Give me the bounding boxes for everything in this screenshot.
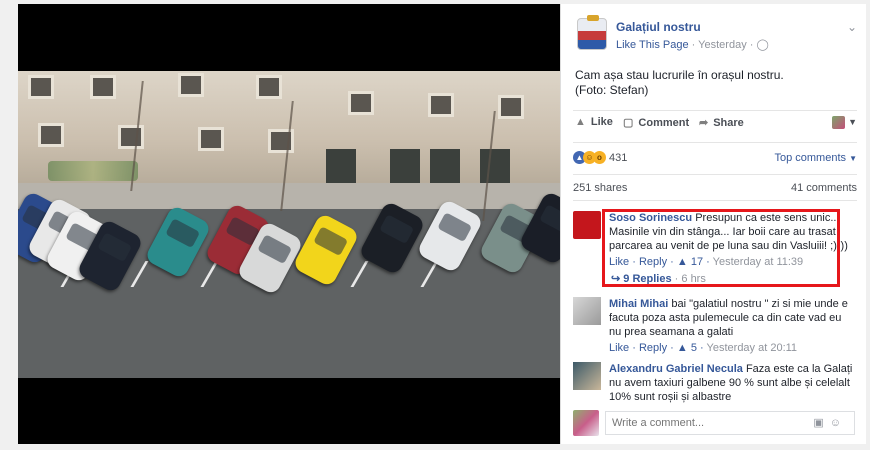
caret-down-icon[interactable]: ▼ — [848, 117, 857, 127]
share-button[interactable]: ➦ Share — [699, 116, 744, 130]
photo-viewer — [18, 4, 560, 444]
divider — [573, 110, 857, 111]
avatar[interactable] — [573, 362, 601, 390]
comment-sort-dropdown[interactable]: Top comments ▼ — [774, 152, 857, 164]
avatar[interactable] — [573, 410, 599, 436]
comment-composer: ▣☺ — [573, 408, 855, 436]
smiley-icon[interactable]: ☺ — [830, 417, 847, 429]
comment-body: Alexandru Gabriel Necula Faza este ca la… — [609, 362, 854, 404]
comment-button[interactable]: ▢ Comment — [623, 116, 689, 130]
divider — [573, 200, 857, 201]
globe-icon: ◯ — [756, 39, 769, 51]
avatar[interactable] — [573, 297, 601, 325]
like-page-link[interactable]: Like This Page — [616, 39, 689, 51]
actor-avatar[interactable] — [832, 116, 845, 129]
reactions-bar: ▲ ☺ o 431 Top comments ▼ — [573, 151, 857, 167]
shares-count[interactable]: 251 shares — [573, 182, 627, 194]
comment-like-link[interactable]: Like — [609, 342, 629, 354]
post-actions: ▲ Like ▢ Comment ➦ Share ▼ — [573, 116, 857, 134]
thumbs-up-icon: ▲ — [575, 116, 586, 128]
page-name-link[interactable]: Galațiul nostru — [616, 20, 701, 34]
comment-author[interactable]: Mihai Mihai — [609, 298, 668, 310]
like-button[interactable]: ▲ Like — [575, 116, 613, 128]
post-panel: Galațiul nostru Like This Page · Yesterd… — [560, 4, 866, 444]
post-text-line: Cam așa stau lucrurile în orașul nostru. — [575, 68, 784, 82]
page-avatar[interactable] — [577, 15, 607, 50]
post-header: Galațiul nostru Like This Page · Yesterd… — [577, 15, 857, 56]
post-photo[interactable] — [18, 71, 560, 378]
comment-author[interactable]: Alexandru Gabriel Necula — [609, 363, 743, 375]
comment-like-count[interactable]: 5 — [691, 342, 697, 354]
post-meta: Like This Page · Yesterday · ◯ — [616, 39, 769, 51]
reaction-count[interactable]: 431 — [609, 152, 627, 164]
avatar[interactable] — [573, 211, 601, 239]
comments-count[interactable]: 41 comments — [791, 182, 857, 194]
speech-bubble-icon: ▢ — [623, 117, 634, 129]
post-text: Cam așa stau lucrurile în orașul nostru.… — [575, 68, 855, 98]
share-arrow-icon: ➦ — [699, 117, 709, 129]
post-credit-line: (Foto: Stefan) — [575, 83, 649, 97]
wow-reaction-icon[interactable]: o — [593, 151, 606, 164]
comment-time[interactable]: Yesterday at 20:11 — [707, 342, 798, 354]
camera-icon[interactable]: ▣ — [813, 417, 829, 429]
post-stats: 251 shares 41 comments — [573, 182, 857, 194]
thumbs-up-icon: ▲ — [676, 342, 688, 354]
comment-body: Mihai Mihai bai "galatiul nostru " zi si… — [609, 297, 854, 355]
divider — [573, 142, 857, 143]
highlight-box — [602, 209, 840, 287]
post-time[interactable]: Yesterday — [698, 39, 747, 51]
caret-down-icon: ▼ — [849, 154, 857, 163]
composer-icons: ▣☺ — [813, 416, 847, 429]
chevron-down-icon[interactable]: ⌄ — [847, 20, 857, 34]
comment-actions: Like · Reply · ▲ 5 · Yesterday at 20:11 — [609, 342, 798, 354]
comment-reply-link[interactable]: Reply — [639, 342, 667, 354]
divider — [573, 174, 857, 175]
